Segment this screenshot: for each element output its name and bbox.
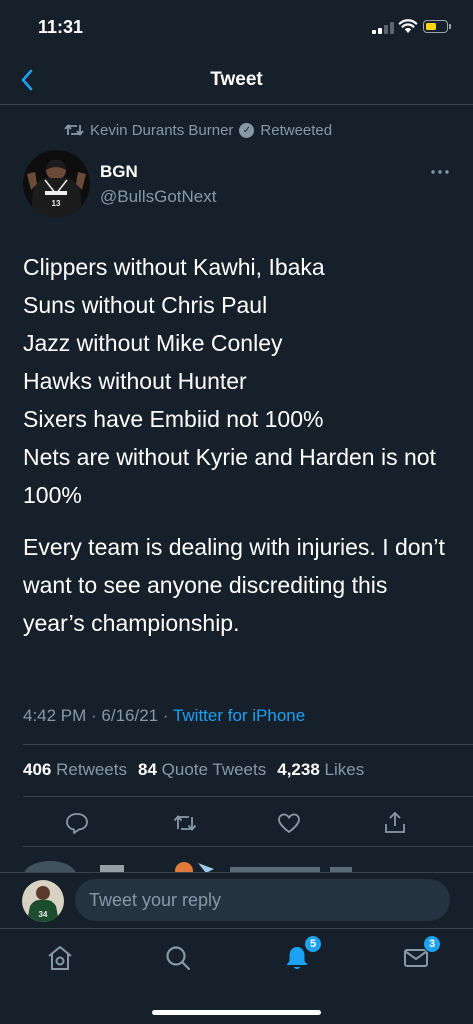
nav-header: Tweet bbox=[0, 56, 473, 105]
reply-input[interactable] bbox=[75, 879, 450, 921]
status-time: 11:31 bbox=[38, 17, 84, 37]
messages-badge: 3 bbox=[423, 935, 441, 953]
battery-icon bbox=[423, 20, 451, 33]
cellular-signal-icon bbox=[372, 22, 394, 34]
next-reply-partial bbox=[0, 849, 473, 873]
wifi-icon bbox=[398, 19, 418, 33]
verified-badge-icon: ✓ bbox=[239, 122, 255, 138]
tweet-line: Suns without Chris Paul bbox=[23, 292, 268, 318]
share-icon[interactable] bbox=[382, 810, 408, 836]
reply-bar: 34 bbox=[0, 872, 473, 928]
tweet-source-link[interactable]: Twitter for iPhone bbox=[173, 706, 305, 725]
author-avatar[interactable]: 13 bbox=[23, 150, 90, 217]
divider bbox=[23, 796, 473, 797]
tweet-line: Clippers without Kawhi, Ibaka bbox=[23, 254, 325, 280]
tweet-meta: 4:42 PM · 6/16/21 · Twitter for iPhone bbox=[23, 706, 305, 726]
quote-tweets-stat[interactable]: 84 Quote Tweets bbox=[138, 760, 266, 780]
retweet-suffix: Retweeted bbox=[260, 121, 333, 139]
reply-icon[interactable] bbox=[64, 810, 90, 836]
more-options-icon[interactable] bbox=[430, 164, 450, 180]
retweets-stat[interactable]: 406 Retweets bbox=[23, 760, 127, 780]
tweet-paragraph: Every team is dealing with injuries. I d… bbox=[23, 534, 445, 636]
divider bbox=[23, 846, 473, 847]
page-title: Tweet bbox=[210, 69, 263, 90]
like-icon[interactable] bbox=[276, 810, 302, 836]
tweet-actions bbox=[0, 808, 473, 838]
tweet-text: Clippers without Kawhi, Ibaka Suns witho… bbox=[23, 248, 453, 642]
messages-tab[interactable]: 3 bbox=[401, 935, 441, 973]
tweet-line: Jazz without Mike Conley bbox=[23, 330, 283, 356]
svg-text:34: 34 bbox=[39, 910, 48, 919]
retweeter-name[interactable]: Kevin Durants Burner bbox=[90, 122, 233, 139]
tweet-timestamp: 4:42 PM · 6/16/21 · bbox=[23, 706, 173, 725]
user-avatar[interactable]: 34 bbox=[22, 880, 64, 922]
home-icon[interactable] bbox=[45, 943, 75, 973]
retweet-icon bbox=[64, 124, 84, 136]
status-bar: 11:31 bbox=[0, 0, 473, 56]
engagement-stats: 406 Retweets 84 Quote Tweets 4,238 Likes bbox=[23, 760, 364, 780]
tweet-line: Nets are without Kyrie and Harden is not… bbox=[23, 444, 436, 508]
tweet-line: Sixers have Embiid not 100% bbox=[23, 406, 324, 432]
svg-text:13: 13 bbox=[52, 199, 61, 208]
retweet-button-icon[interactable] bbox=[172, 810, 198, 836]
divider bbox=[23, 744, 473, 745]
likes-stat[interactable]: 4,238 Likes bbox=[277, 760, 364, 780]
retweet-context[interactable]: Kevin Durants Burner ✓ Retweeted bbox=[64, 119, 332, 141]
author-name[interactable]: BGN bbox=[100, 162, 138, 182]
search-icon[interactable] bbox=[163, 943, 193, 973]
notifications-badge: 5 bbox=[304, 935, 322, 953]
author-handle[interactable]: @BullsGotNext bbox=[100, 187, 216, 207]
notifications-tab[interactable]: 5 bbox=[282, 935, 322, 973]
home-indicator bbox=[152, 1010, 321, 1015]
tweet-line: Hawks without Hunter bbox=[23, 368, 247, 394]
